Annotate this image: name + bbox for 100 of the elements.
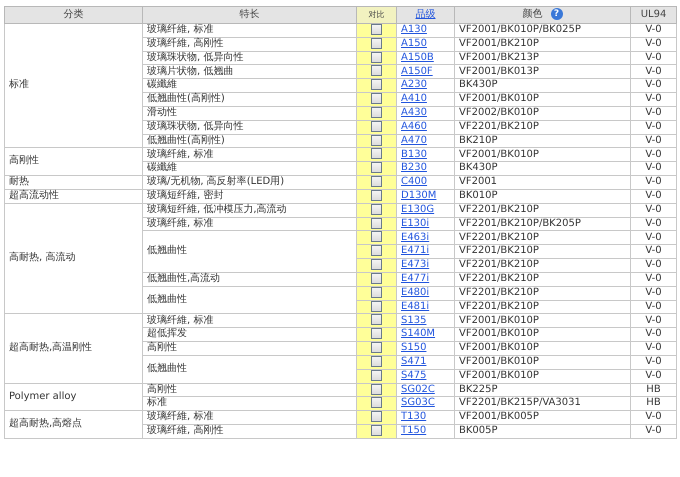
- category-cell: 高刚性: [4, 148, 142, 176]
- compare-checkbox[interactable]: [371, 342, 382, 354]
- color-cell: VF2001/BK213P: [454, 51, 630, 65]
- feature-cell: 低翘曲性,高流动: [142, 272, 356, 286]
- color-cell: VF2201/BK215P/VA3031: [454, 396, 630, 411]
- ul94-cell: V-0: [630, 230, 676, 245]
- header-label: 分类: [64, 8, 84, 20]
- color-cell: VF2001/BK010P: [454, 314, 630, 328]
- compare-checkbox[interactable]: [371, 120, 382, 132]
- compare-checkbox[interactable]: [371, 425, 382, 436]
- ul94-cell: V-0: [630, 106, 676, 120]
- color-cell: VF2001: [454, 176, 630, 190]
- compare-checkbox[interactable]: [371, 134, 382, 146]
- ul94-cell: V-0: [630, 272, 676, 286]
- compare-checkbox[interactable]: [371, 231, 382, 242]
- color-cell: VF2001/BK010P: [454, 92, 630, 106]
- ul94-cell: V-0: [630, 120, 676, 134]
- color-cell: VF2001/BK010P/BK025P: [454, 24, 630, 38]
- ul94-cell: HB: [630, 396, 676, 411]
- ul94-cell: V-0: [630, 203, 676, 218]
- ul94-cell: V-0: [630, 314, 676, 328]
- feature-cell: 低翘曲性: [142, 230, 356, 272]
- compare-checkbox[interactable]: [371, 218, 382, 229]
- category-cell: 耐热: [4, 176, 142, 190]
- compare-checkbox[interactable]: [371, 314, 382, 326]
- category-cell: 超高耐热,高温刚性: [4, 314, 142, 384]
- feature-cell: 高刚性: [142, 383, 356, 397]
- header-label: 对比: [368, 10, 384, 19]
- feature-cell: 碳纖維: [142, 78, 356, 93]
- ul94-cell: V-0: [630, 37, 676, 52]
- header-label: 颜色: [522, 9, 542, 20]
- compare-checkbox[interactable]: [371, 384, 382, 395]
- category-cell: 超高流动性: [4, 189, 142, 204]
- ul94-cell: V-0: [630, 286, 676, 300]
- ul94-cell: V-0: [630, 51, 676, 65]
- compare-checkbox[interactable]: [371, 272, 382, 284]
- feature-cell: 低翘曲性(高刚性): [142, 134, 356, 148]
- ul94-cell: V-0: [630, 64, 676, 79]
- header-label: UL94: [640, 8, 666, 20]
- feature-cell: 滑动性: [142, 106, 356, 120]
- compare-checkbox[interactable]: [371, 204, 382, 215]
- compare-checkbox[interactable]: [371, 93, 382, 104]
- compare-checkbox[interactable]: [371, 259, 382, 270]
- feature-cell: 玻璃纤維, 标准: [142, 24, 356, 38]
- ul94-cell: V-0: [630, 258, 676, 272]
- ul94-cell: HB: [630, 383, 676, 397]
- ul94-cell: V-0: [630, 410, 676, 425]
- feature-cell: 玻璃纤維, 高刚性: [142, 424, 356, 438]
- category-cell: 标准: [4, 24, 142, 148]
- compare-checkbox[interactable]: [371, 162, 382, 174]
- sort-link[interactable]: 品级: [416, 8, 436, 20]
- ul94-cell: V-0: [630, 328, 676, 342]
- compare-checkbox[interactable]: [371, 328, 382, 340]
- feature-cell: 玻璃珠状物, 低异向性: [142, 51, 356, 65]
- ul94-cell: V-0: [630, 92, 676, 106]
- feature-cell: 低翘曲性(高刚性): [142, 92, 356, 106]
- ul94-cell: V-0: [630, 424, 676, 438]
- compare-checkbox[interactable]: [371, 411, 382, 422]
- color-cell: VF2001/BK210P: [454, 37, 630, 52]
- color-cell: VF2001/BK005P: [454, 410, 630, 425]
- color-cell: VF2201/BK210P: [454, 286, 630, 300]
- feature-cell: 碳纖維: [142, 162, 356, 176]
- ul94-cell: V-0: [630, 342, 676, 356]
- color-cell: VF2201/BK210P: [454, 258, 630, 272]
- compare-checkbox[interactable]: [371, 148, 382, 160]
- compare-checkbox[interactable]: [371, 65, 382, 76]
- compare-checkbox[interactable]: [371, 370, 382, 381]
- ul94-cell: V-0: [630, 148, 676, 162]
- compare-checkbox[interactable]: [371, 176, 382, 188]
- compare-checkbox[interactable]: [371, 245, 382, 256]
- feature-cell: 低翘曲性: [142, 355, 356, 384]
- ul94-cell: V-0: [630, 134, 676, 148]
- category-cell: 高耐热, 高流动: [4, 203, 142, 314]
- feature-cell: 低翘曲性: [142, 286, 356, 314]
- compare-checkbox[interactable]: [371, 356, 382, 367]
- feature-cell: 玻璃片状物, 低翘曲: [142, 64, 356, 79]
- feature-cell: 玻璃纤維, 标准: [142, 410, 356, 425]
- compare-checkbox[interactable]: [371, 38, 382, 49]
- feature-cell: 玻璃珠状物, 低异向性: [142, 120, 356, 134]
- help-icon[interactable]: ?: [550, 8, 562, 20]
- compare-checkbox[interactable]: [371, 52, 382, 63]
- color-cell: VF2001/BK010P: [454, 328, 630, 342]
- color-cell: VF2201/BK210P: [454, 120, 630, 134]
- compare-checkbox[interactable]: [371, 286, 382, 298]
- compare-checkbox[interactable]: [371, 106, 382, 118]
- feature-cell: 玻璃短纤維, 密封: [142, 189, 356, 204]
- compare-checkbox[interactable]: [371, 397, 382, 408]
- category-cell: Polymer alloy: [4, 383, 142, 411]
- compare-checkbox[interactable]: [371, 79, 382, 90]
- color-cell: VF2002/BK010P: [454, 106, 630, 120]
- color-cell: BK430P: [454, 78, 630, 93]
- ul94-cell: V-0: [630, 369, 676, 384]
- compare-checkbox[interactable]: [371, 24, 382, 35]
- feature-cell: 玻璃纤維, 标准: [142, 148, 356, 162]
- feature-cell: 玻璃短纤維, 低冲模压力,高流动: [142, 203, 356, 218]
- ul94-cell: V-0: [630, 355, 676, 370]
- color-cell: VF2001/BK010P: [454, 369, 630, 384]
- compare-checkbox[interactable]: [371, 190, 382, 201]
- compare-checkbox[interactable]: [371, 300, 382, 312]
- color-cell: BK225P: [454, 383, 630, 397]
